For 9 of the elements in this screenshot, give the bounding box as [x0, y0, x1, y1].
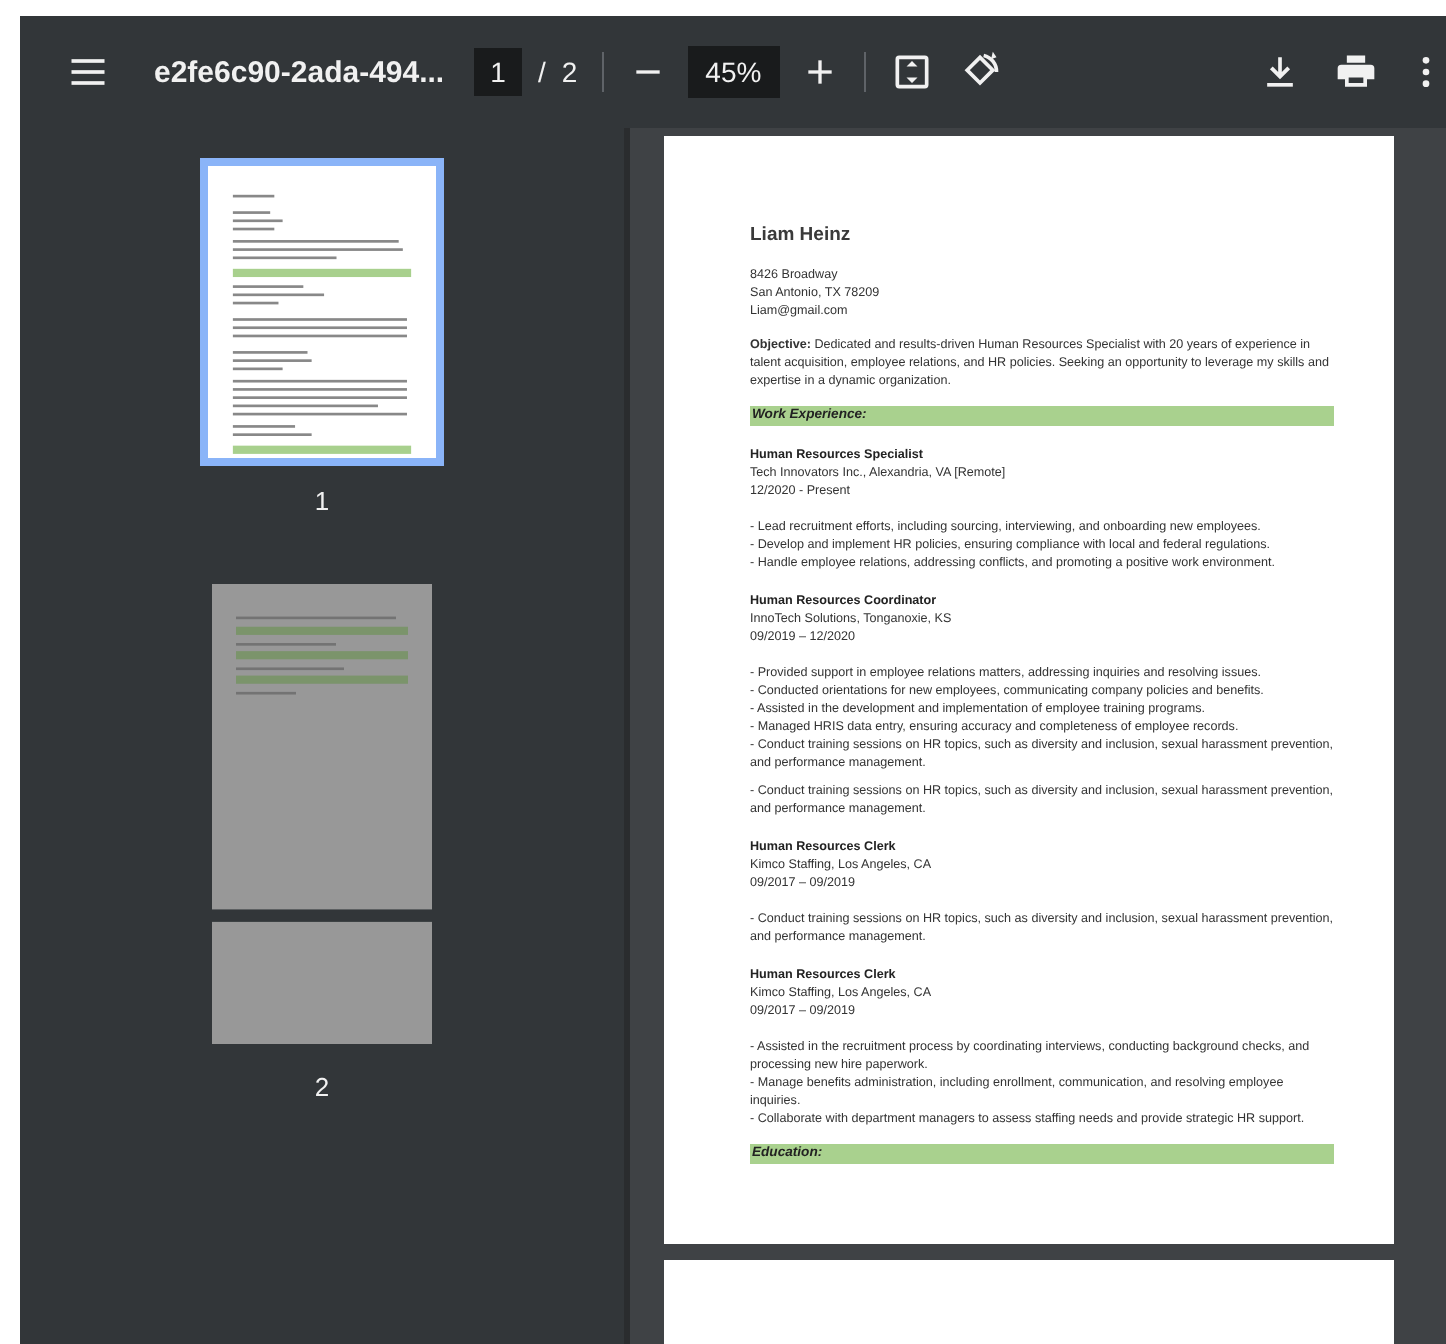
resume-name: Liam Heinz: [750, 224, 853, 248]
page-number-label: 2: [314, 1072, 330, 1102]
page-number-field[interactable]: 1: [474, 48, 522, 96]
page-thumbnail[interactable]: [200, 158, 444, 466]
document-title: e2fe6c90-2ada-494...: [154, 55, 447, 89]
page-total: 2: [561, 56, 578, 88]
page-separator: /: [538, 56, 546, 88]
page-number-label: 1: [314, 486, 330, 516]
zoom-field[interactable]: 45%: [687, 46, 780, 98]
